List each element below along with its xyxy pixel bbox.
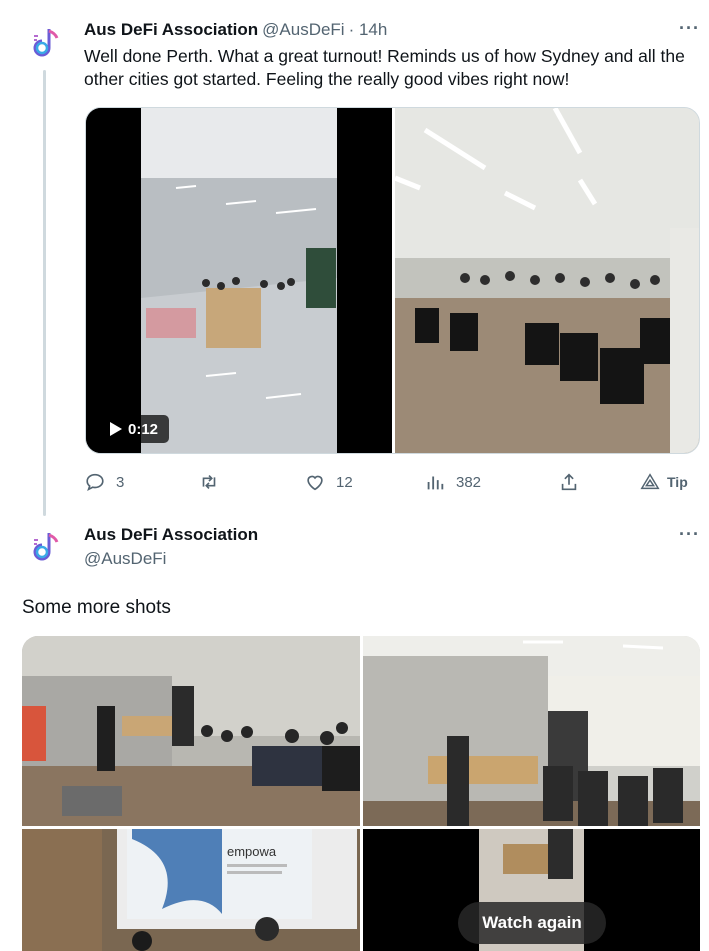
username[interactable]: @AusDeFi <box>262 20 344 40</box>
video-player[interactable] <box>86 108 392 453</box>
display-name[interactable]: Aus DeFi Association <box>84 525 258 545</box>
like-button[interactable]: 12 <box>304 471 353 493</box>
username[interactable]: @AusDeFi <box>84 549 166 569</box>
audience-photo <box>363 636 700 826</box>
tweet-media[interactable]: 0:12 <box>85 107 700 454</box>
watch-again-button[interactable]: Watch again <box>458 902 606 944</box>
more-options-button[interactable]: ··· <box>679 18 700 39</box>
views-button[interactable]: 382 <box>424 471 481 493</box>
photo[interactable]: empowa <box>22 829 360 951</box>
tip-label: Tip <box>667 474 688 490</box>
display-name[interactable]: Aus DeFi Association <box>84 20 258 40</box>
office-photo <box>395 108 699 453</box>
ausdefi-logo-icon <box>25 527 63 565</box>
avatar[interactable] <box>24 22 64 62</box>
like-icon <box>307 475 323 491</box>
reply-icon <box>86 473 104 492</box>
photo[interactable] <box>363 636 700 826</box>
play-icon <box>109 422 122 436</box>
video-frame <box>86 108 392 453</box>
reply-count: 3 <box>116 473 125 491</box>
ausdefi-logo-icon <box>25 23 63 61</box>
tweet-text: Well done Perth. What a great turnout! R… <box>84 46 685 89</box>
slide-photo: empowa <box>22 829 360 951</box>
share-button[interactable] <box>558 471 580 493</box>
video-duration: 0:12 <box>127 420 159 438</box>
avatar[interactable] <box>24 526 64 566</box>
more-options-button[interactable]: ··· <box>679 524 700 545</box>
photo[interactable] <box>22 636 360 826</box>
like-count: 12 <box>336 473 353 491</box>
tweet-header: Aus DeFi Association @AusDeFi · 14h <box>84 20 387 40</box>
retweet-icon <box>202 474 216 490</box>
thread-line <box>43 70 46 516</box>
presentation-photo <box>22 636 360 826</box>
views-count: 382 <box>456 473 482 491</box>
photo[interactable] <box>395 108 699 453</box>
tweet-text: Some more shots <box>22 597 171 618</box>
views-icon <box>427 476 444 490</box>
retweet-button[interactable] <box>198 471 230 493</box>
tweet-header-handle: @AusDeFi <box>84 549 166 569</box>
reply-button[interactable]: 3 <box>84 471 124 493</box>
tweet-header: Aus DeFi Association <box>84 525 258 545</box>
tip-icon <box>640 473 660 490</box>
video-duration-badge: 0:12 <box>99 415 169 443</box>
tweet-media-grid[interactable]: empowa <box>22 636 700 951</box>
share-icon <box>561 473 577 491</box>
tip-button[interactable]: Tip <box>639 471 688 493</box>
timestamp[interactable]: · 14h <box>349 20 388 40</box>
slide-brand: empowa <box>227 844 277 859</box>
